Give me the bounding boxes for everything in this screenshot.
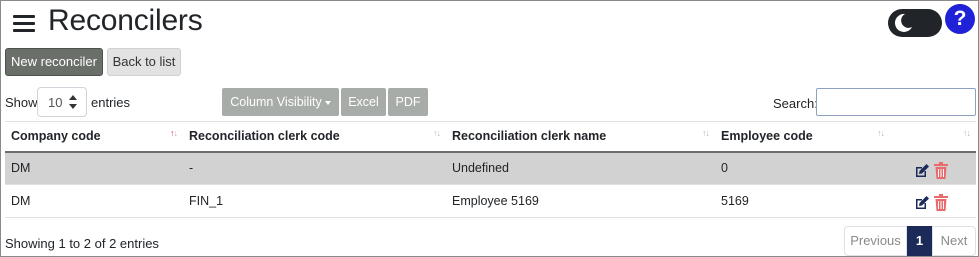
edit-icon[interactable] xyxy=(914,163,930,179)
table-row: DM FIN_1 Employee 5169 5169 xyxy=(5,184,976,218)
table-header-row: Company code ↑↓ Reconciliation clerk code… xyxy=(5,121,976,153)
sort-arrows-icon xyxy=(69,95,77,109)
page-title: Reconcilers xyxy=(48,4,203,37)
cell-company-code: DM xyxy=(5,184,183,218)
trash-icon[interactable] xyxy=(934,194,948,211)
cell-company-code: DM xyxy=(5,151,183,185)
column-header-company-code[interactable]: Company code ↑↓ xyxy=(5,121,183,153)
pagination-next[interactable]: Next xyxy=(932,226,976,256)
column-visibility-button[interactable]: Column Visibility xyxy=(222,88,339,116)
cell-clerk-code: - xyxy=(183,151,446,185)
new-reconciler-button[interactable]: New reconciler xyxy=(5,48,103,76)
moon-icon xyxy=(894,13,912,32)
entries-label: entries xyxy=(91,95,131,110)
table-row: DM - Undefined 0 xyxy=(5,151,976,185)
cell-actions xyxy=(890,151,976,185)
cell-employee-code: 5169 xyxy=(715,184,890,218)
column-header-clerk-code[interactable]: Reconciliation clerk code ↑↓ xyxy=(183,121,446,153)
sort-icon: ↑↓ xyxy=(702,128,710,138)
entries-select[interactable]: 10 xyxy=(37,87,87,117)
cell-actions xyxy=(890,184,976,218)
show-label: Show xyxy=(5,95,38,110)
search-label: Search: xyxy=(773,96,818,111)
table-info: Showing 1 to 2 of 2 entries xyxy=(5,236,159,251)
reconcilers-table: Company code ↑↓ Reconciliation clerk code… xyxy=(5,121,976,218)
hamburger-icon[interactable] xyxy=(13,11,37,35)
app-frame: Reconcilers ? New reconciler Back to lis… xyxy=(0,0,979,257)
caret-down-icon xyxy=(324,100,331,105)
cell-clerk-name: Undefined xyxy=(446,151,715,185)
entries-select-value: 10 xyxy=(48,95,63,110)
edit-icon[interactable] xyxy=(914,195,930,211)
column-header-actions: ↑↓ xyxy=(890,121,976,153)
sort-icon: ↑↓ xyxy=(877,128,885,138)
back-to-list-button[interactable]: Back to list xyxy=(107,48,181,76)
pagination-previous[interactable]: Previous xyxy=(844,226,907,256)
sort-icon: ↑↓ xyxy=(433,128,441,138)
pagination-page-1[interactable]: 1 xyxy=(907,226,932,256)
help-button[interactable]: ? xyxy=(945,4,975,34)
cell-clerk-name: Employee 5169 xyxy=(446,184,715,218)
sort-icon: ↑↓ xyxy=(170,128,178,138)
search-input[interactable] xyxy=(816,88,976,116)
excel-button[interactable]: Excel xyxy=(341,88,386,116)
theme-toggle[interactable] xyxy=(888,9,942,37)
pdf-button[interactable]: PDF xyxy=(388,88,428,116)
column-header-employee-code[interactable]: Employee code ↑↓ xyxy=(715,121,890,153)
cell-employee-code: 0 xyxy=(715,151,890,185)
column-header-clerk-name[interactable]: Reconciliation clerk name ↑↓ xyxy=(446,121,715,153)
sort-icon: ↑↓ xyxy=(963,128,971,138)
trash-icon[interactable] xyxy=(934,161,948,179)
column-visibility-label: Column Visibility xyxy=(230,95,322,109)
cell-clerk-code: FIN_1 xyxy=(183,184,446,218)
